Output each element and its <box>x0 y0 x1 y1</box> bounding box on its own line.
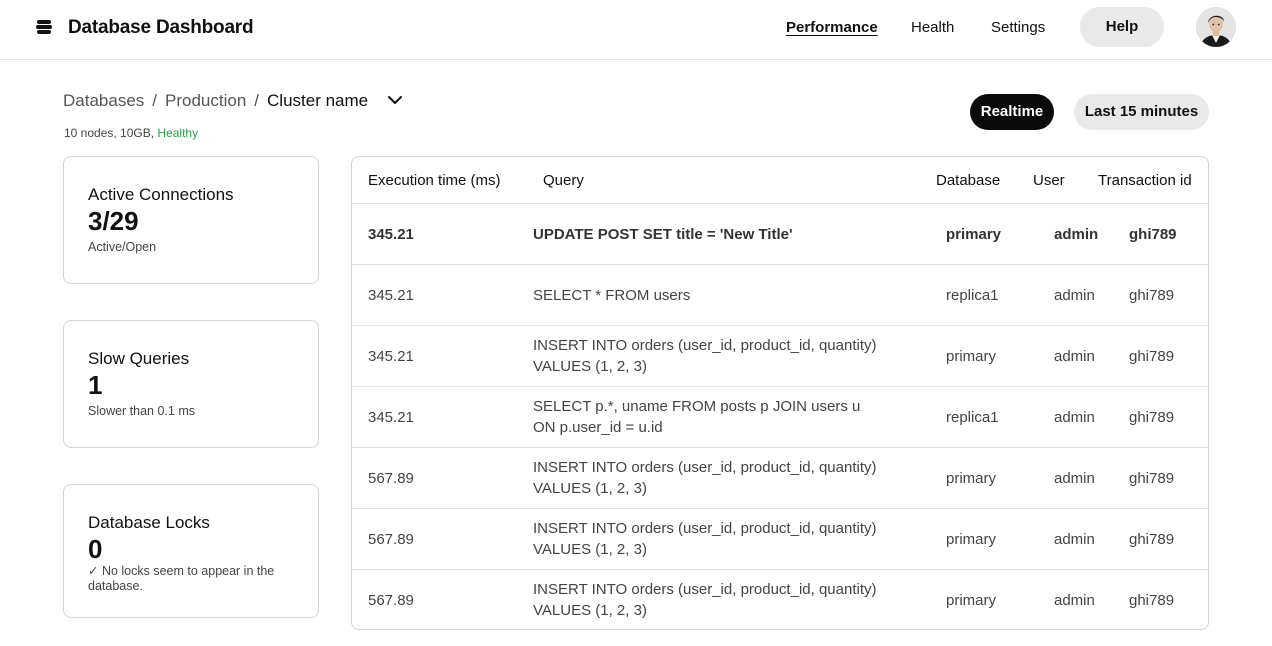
breadcrumb-production[interactable]: Production <box>165 91 246 110</box>
time-range-button[interactable]: Last 15 minutes <box>1074 94 1209 130</box>
cell-query: SELECT p.*, uname FROM posts p JOIN user… <box>533 398 861 436</box>
cell-database: primary <box>946 531 997 548</box>
cell-query: INSERT INTO orders (user_id, product_id,… <box>533 337 877 375</box>
table-row[interactable]: 345.21 SELECT p.*, uname FROM posts p JO… <box>352 387 1208 448</box>
queries-table: Execution time (ms) Query Database User … <box>351 156 1209 630</box>
nav-settings[interactable]: Settings <box>991 18 1045 38</box>
card-note: Slower than 0.1 ms <box>88 404 195 418</box>
table-row[interactable]: 567.89 INSERT INTO orders (user_id, prod… <box>352 570 1208 629</box>
breadcrumb-separator: / <box>254 91 260 110</box>
active-connections-card: Active Connections 3/29 Active/Open <box>63 156 319 284</box>
card-value: 0 <box>88 534 103 564</box>
breadcrumb: Databases / Production / Cluster name <box>63 90 368 112</box>
stack-icon[interactable] <box>36 19 52 35</box>
nav-health[interactable]: Health <box>911 18 954 38</box>
column-header-query[interactable]: Query <box>543 171 584 191</box>
cluster-size: 10 nodes, 10GB, <box>64 126 155 140</box>
cell-database: primary <box>946 592 997 609</box>
cell-database: replica1 <box>946 409 999 426</box>
cell-transaction-id: ghi789 <box>1129 531 1175 548</box>
top-nav-bar: Database Dashboard Performance Health Se… <box>0 0 1272 60</box>
cell-transaction-id: ghi789 <box>1129 409 1175 426</box>
card-note: Active/Open <box>88 240 157 254</box>
cell-database: primary <box>946 470 997 487</box>
app-title: Database Dashboard <box>68 17 254 38</box>
cell-user: admin <box>1054 531 1095 548</box>
cell-transaction-id: ghi789 <box>1129 287 1175 304</box>
cell-execution-time: 345.21 <box>368 348 414 365</box>
cell-transaction-id: ghi789 <box>1129 348 1175 365</box>
card-title: Database Locks <box>88 513 210 532</box>
cell-query: INSERT INTO orders (user_id, product_id,… <box>533 459 877 497</box>
cell-user: admin <box>1054 592 1095 609</box>
cell-transaction-id: ghi789 <box>1129 226 1177 243</box>
table-row[interactable]: 345.21 UPDATE POST SET title = 'New Titl… <box>352 204 1208 265</box>
cell-database: replica1 <box>946 287 999 304</box>
table-row[interactable]: 345.21 SELECT * FROM users replica1 admi… <box>352 265 1208 326</box>
table-row[interactable]: 567.89 INSERT INTO orders (user_id, prod… <box>352 509 1208 570</box>
column-header-transaction-id[interactable]: Transaction id <box>1098 171 1192 191</box>
cell-transaction-id: ghi789 <box>1129 592 1175 609</box>
cell-user: admin <box>1054 348 1095 365</box>
card-note: ✓ No locks seem to appear in the databas… <box>88 564 275 593</box>
breadcrumb-databases[interactable]: Databases <box>63 91 144 110</box>
cell-query: INSERT INTO orders (user_id, product_id,… <box>533 520 877 558</box>
card-title: Active Connections <box>88 185 234 204</box>
column-header-user[interactable]: User <box>1033 171 1065 191</box>
slow-queries-card: Slow Queries 1 Slower than 0.1 ms <box>63 320 319 448</box>
breadcrumb-separator: / <box>152 91 158 110</box>
cell-query: SELECT * FROM users <box>533 287 691 304</box>
help-button[interactable]: Help <box>1080 7 1164 47</box>
table-row[interactable]: 567.89 INSERT INTO orders (user_id, prod… <box>352 448 1208 509</box>
cell-execution-time: 345.21 <box>368 226 414 243</box>
table-row[interactable]: 345.21 INSERT INTO orders (user_id, prod… <box>352 326 1208 387</box>
table-header: Execution time (ms) Query Database User … <box>352 157 1208 204</box>
cell-user: admin <box>1054 226 1099 243</box>
cell-database: primary <box>946 226 1002 243</box>
cell-transaction-id: ghi789 <box>1129 470 1175 487</box>
cell-execution-time: 567.89 <box>368 592 414 609</box>
column-header-execution-time[interactable]: Execution time (ms) <box>368 171 501 191</box>
breadcrumb-cluster-name[interactable]: Cluster name <box>267 91 368 110</box>
cell-query: UPDATE POST SET title = 'New Title' <box>533 226 793 243</box>
avatar-portrait-icon <box>1196 7 1236 47</box>
cluster-meta: 10 nodes, 10GB, Healthy <box>64 125 198 141</box>
user-avatar[interactable] <box>1196 7 1236 47</box>
cell-user: admin <box>1054 409 1095 426</box>
cell-execution-time: 345.21 <box>368 409 414 426</box>
card-value: 3/29 <box>88 206 139 236</box>
card-title: Slow Queries <box>88 349 190 368</box>
cell-execution-time: 567.89 <box>368 470 414 487</box>
nav-performance[interactable]: Performance <box>786 18 878 38</box>
cell-execution-time: 345.21 <box>368 287 414 304</box>
card-value: 1 <box>88 370 103 400</box>
cluster-health-status: Healthy <box>157 126 199 140</box>
database-locks-card: Database Locks 0 ✓ No locks seem to appe… <box>63 484 319 618</box>
cell-query: INSERT INTO orders (user_id, product_id,… <box>533 581 877 619</box>
cell-user: admin <box>1054 287 1095 304</box>
chevron-down-icon[interactable] <box>387 93 403 107</box>
realtime-button[interactable]: Realtime <box>970 94 1054 130</box>
column-header-database[interactable]: Database <box>936 171 1000 191</box>
cell-database: primary <box>946 348 997 365</box>
cell-user: admin <box>1054 470 1095 487</box>
cell-execution-time: 567.89 <box>368 531 414 548</box>
